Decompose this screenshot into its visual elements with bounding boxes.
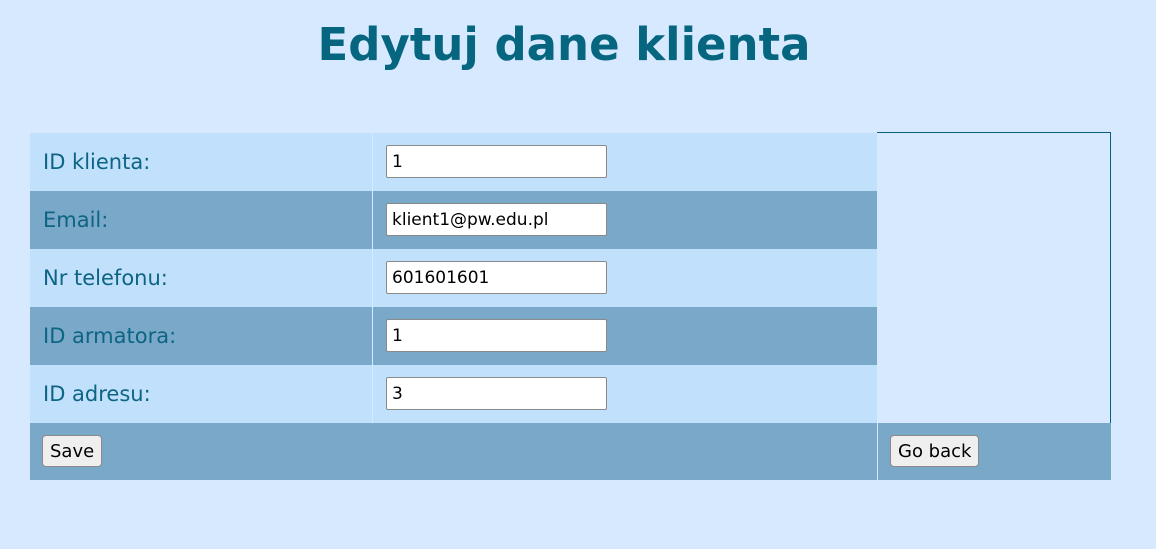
save-button[interactable]: Save	[42, 435, 103, 467]
client-id-input[interactable]	[386, 145, 607, 178]
side-panel	[877, 132, 1111, 423]
client-id-label: ID klienta:	[30, 132, 373, 191]
address-id-label: ID adresu:	[30, 364, 373, 423]
email-label: Email:	[30, 190, 373, 249]
address-id-input[interactable]	[386, 377, 607, 410]
shipowner-id-input[interactable]	[386, 319, 607, 352]
go-back-button[interactable]: Go back	[890, 435, 980, 467]
phone-label: Nr telefonu:	[30, 248, 373, 307]
email-input[interactable]	[386, 203, 607, 236]
form-actions-row: Save Go back	[30, 422, 1111, 480]
client-edit-form: ID klienta: Email: Nr telefonu: ID armat…	[30, 132, 1111, 480]
form-row-client-id: ID klienta:	[30, 132, 1111, 423]
phone-input[interactable]	[386, 261, 607, 294]
page-title: Edytuj dane klienta	[317, 18, 811, 71]
shipowner-id-label: ID armatora:	[30, 306, 373, 365]
